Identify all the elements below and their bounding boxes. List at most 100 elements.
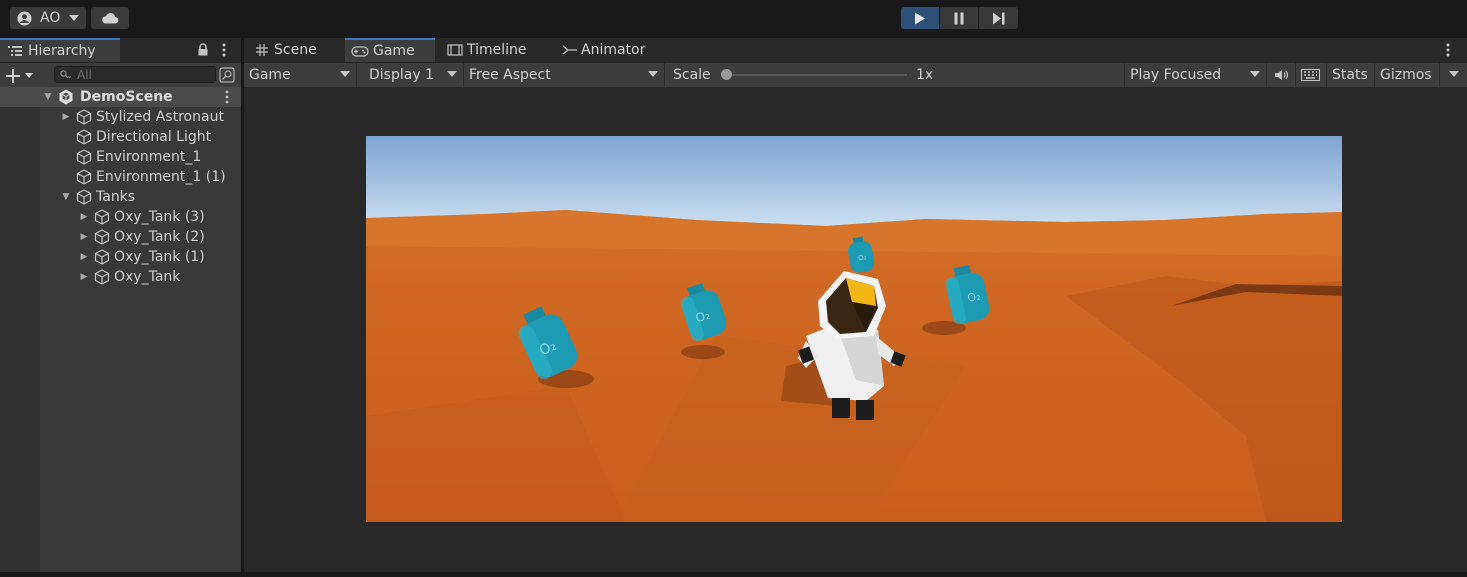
tab-label: Game [373, 43, 415, 59]
expand-arrow-icon[interactable]: ▼ [60, 192, 72, 202]
keyboard-icon [1301, 69, 1320, 81]
mute-audio-button[interactable] [1267, 63, 1296, 87]
view-mode-label: Game [249, 67, 291, 83]
gameobject-cube-icon [76, 169, 92, 185]
chevron-down-icon [1449, 71, 1459, 77]
gameobject-cube-icon [76, 129, 92, 145]
expand-arrow-icon[interactable]: ▼ [42, 92, 54, 102]
tab-animator[interactable]: Animator [549, 38, 664, 62]
game-tabbar: Scene Game Timeline Animator [244, 38, 1467, 63]
tab-hierarchy[interactable]: Hierarchy [0, 38, 120, 62]
display-dropdown[interactable]: Display 1 [364, 63, 464, 87]
hierarchy-item[interactable]: Directional Light [0, 127, 241, 147]
aspect-dropdown[interactable]: Free Aspect [464, 63, 665, 87]
chevron-down-icon [1250, 71, 1260, 77]
display-label: Display 1 [369, 67, 434, 83]
scene-name: DemoScene [80, 89, 173, 105]
step-icon [993, 12, 1005, 24]
gameobject-cube-icon [76, 189, 92, 205]
aspect-label: Free Aspect [469, 67, 551, 83]
tank-label: O₂ [966, 290, 981, 305]
expand-arrow-icon[interactable]: ▶ [78, 212, 90, 222]
hierarchy-item-label: Oxy_Tank (3) [114, 209, 205, 225]
hierarchy-tree: ▼ DemoScene ▶ Stylized Astronaut Directio… [0, 87, 241, 572]
gameobject-cube-icon [94, 269, 110, 285]
tab-game[interactable]: Game [345, 38, 435, 62]
tab-scene[interactable]: Scene [244, 38, 343, 62]
unity-scene-icon [59, 89, 73, 105]
hierarchy-item[interactable]: Environment_1 (1) [0, 167, 241, 187]
account-dropdown[interactable]: AO [10, 7, 86, 29]
kebab-menu-icon[interactable] [222, 43, 226, 57]
hierarchy-item-label: Directional Light [96, 129, 212, 145]
pause-button[interactable] [940, 7, 978, 29]
grid-icon [256, 44, 268, 56]
game-viewport[interactable]: O₂ O₂ O₂ O₂ [366, 136, 1342, 522]
search-by-type-icon[interactable] [219, 67, 235, 83]
kebab-menu-icon[interactable] [1446, 43, 1450, 57]
hierarchy-item-label: Oxy_Tank (1) [114, 249, 205, 265]
hierarchy-tabbar: Hierarchy [0, 38, 241, 63]
play-icon [915, 12, 925, 24]
hierarchy-item[interactable]: ▶ Oxy_Tank (1) [0, 247, 241, 267]
hierarchy-item[interactable]: Environment_1 [0, 147, 241, 167]
chevron-down-icon [648, 71, 658, 77]
gameobject-cube-icon [94, 209, 110, 225]
play-button[interactable] [901, 7, 939, 29]
animator-icon [562, 45, 577, 55]
scene-row[interactable]: ▼ DemoScene [0, 87, 241, 107]
play-mode-dropdown[interactable]: Play Focused [1124, 63, 1267, 87]
chevron-down-icon [340, 71, 350, 77]
gamepad-icon [351, 45, 369, 57]
create-button[interactable] [6, 67, 40, 84]
scale-slider-handle[interactable] [721, 69, 732, 80]
gizmos-label: Gizmos [1380, 67, 1432, 83]
chevron-down-icon [69, 15, 80, 21]
tab-label: Animator [581, 42, 646, 58]
hierarchy-item[interactable]: ▶ Oxy_Tank (2) [0, 227, 241, 247]
lock-icon[interactable] [197, 43, 209, 56]
gizmos-dropdown[interactable] [1440, 63, 1467, 87]
step-button[interactable] [979, 7, 1018, 29]
scene-menu-icon[interactable] [225, 90, 229, 104]
speaker-icon [1275, 70, 1289, 80]
hierarchy-item-label: Environment_1 (1) [96, 169, 226, 185]
view-mode-dropdown[interactable]: Game [244, 63, 357, 87]
tank-label: O₂ [858, 253, 868, 262]
chevron-down-icon [447, 71, 457, 77]
tab-timeline[interactable]: Timeline [437, 38, 547, 62]
stats-button[interactable]: Stats [1327, 63, 1375, 87]
gameobject-cube-icon [76, 109, 92, 125]
stats-label: Stats [1332, 67, 1368, 83]
play-mode-label: Play Focused [1130, 67, 1222, 83]
hierarchy-item[interactable]: ▶ Oxy_Tank (3) [0, 207, 241, 227]
expand-arrow-icon[interactable]: ▶ [78, 272, 90, 282]
expand-arrow-icon[interactable]: ▶ [78, 232, 90, 242]
game-control-bar: Game Display 1 Free Aspect Scale 1x Play… [244, 63, 1467, 87]
hierarchy-item-label: Environment_1 [96, 149, 202, 165]
expand-arrow-icon[interactable]: ▶ [78, 252, 90, 262]
scale-slider-track[interactable] [726, 74, 907, 76]
game-render: O₂ O₂ O₂ O₂ [366, 136, 1342, 522]
gameobject-cube-icon [94, 229, 110, 245]
gizmos-button[interactable]: Gizmos [1375, 63, 1440, 87]
gameobject-cube-icon [76, 149, 92, 165]
hierarchy-item[interactable]: ▶ Oxy_Tank [0, 267, 241, 287]
plus-icon [6, 68, 20, 83]
cloud-icon [102, 13, 119, 24]
expand-arrow-icon[interactable]: ▶ [60, 112, 72, 122]
tab-hierarchy-label: Hierarchy [28, 43, 96, 59]
scale-value: 1x [916, 67, 934, 83]
hierarchy-item[interactable]: ▼ Tanks [0, 187, 241, 207]
account-label: AO [40, 10, 61, 26]
film-icon [447, 44, 463, 56]
chevron-down-icon [25, 73, 33, 78]
game-panel: Scene Game Timeline Animator Game Displa… [244, 38, 1467, 572]
keyboard-shortcuts-button[interactable] [1296, 63, 1327, 87]
scale-label: Scale [673, 67, 711, 83]
search-placeholder: All [77, 67, 92, 82]
cloud-button[interactable] [91, 7, 129, 29]
hierarchy-item[interactable]: ▶ Stylized Astronaut [0, 107, 241, 127]
tab-label: Scene [274, 42, 317, 58]
hierarchy-search-input[interactable]: All [54, 66, 216, 83]
